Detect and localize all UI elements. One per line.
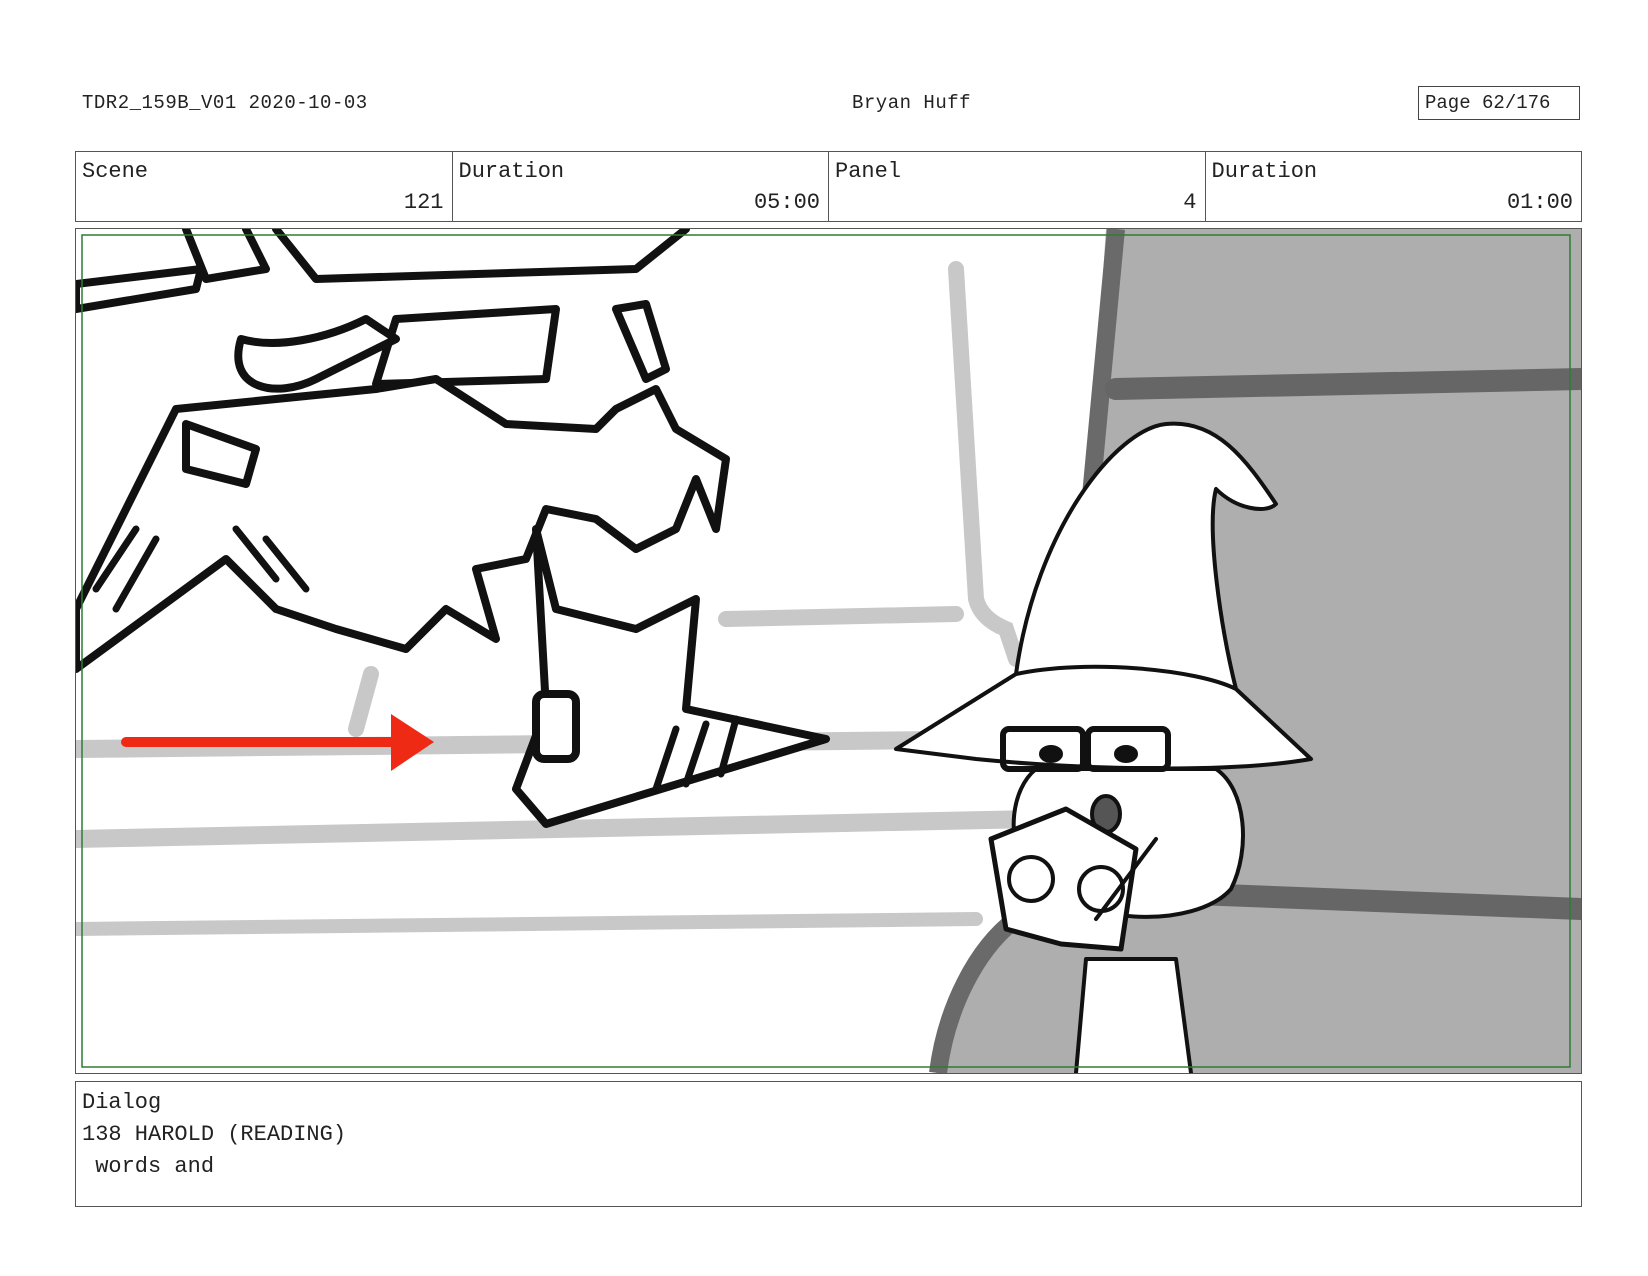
- motion-arrow: [121, 714, 434, 771]
- knight-figure: [76, 229, 830, 828]
- wall-band-top: [1105, 368, 1581, 400]
- scene-cell: Scene 121: [76, 152, 453, 221]
- dialog-label: Dialog: [82, 1090, 162, 1115]
- dialog-speaker: 138 HAROLD (READING): [82, 1122, 347, 1147]
- panel-value: 4: [1183, 190, 1197, 215]
- panel-duration-value: 01:00: [1506, 190, 1573, 215]
- page-number: Page 62/176: [1418, 86, 1580, 120]
- panel-cell: Panel 4: [829, 152, 1206, 221]
- dialog-text: words and: [82, 1154, 215, 1179]
- scene-duration-label: Duration: [458, 159, 565, 184]
- panel-duration-label: Duration: [1211, 159, 1318, 184]
- dialog-box: Dialog 138 HAROLD (READING) words and: [75, 1081, 1582, 1207]
- artist-name: Bryan Huff: [852, 92, 972, 114]
- scene-info-table: Scene 121 Duration 05:00 Panel 4 Duratio…: [75, 151, 1582, 222]
- scene-duration-value: 05:00: [753, 190, 820, 215]
- storyboard-panel: [75, 228, 1582, 1074]
- wall-band-bottom: [1185, 883, 1581, 920]
- scene-duration-cell: Duration 05:00: [453, 152, 829, 221]
- scene-label: Scene: [82, 159, 149, 184]
- document-id-date: TDR2_159B_V01 2020-10-03: [82, 92, 368, 114]
- panel-duration-cell: Duration 01:00: [1206, 152, 1582, 221]
- panel-illustration: [76, 229, 1581, 1073]
- panel-label: Panel: [835, 159, 902, 184]
- scene-value: 121: [403, 190, 444, 215]
